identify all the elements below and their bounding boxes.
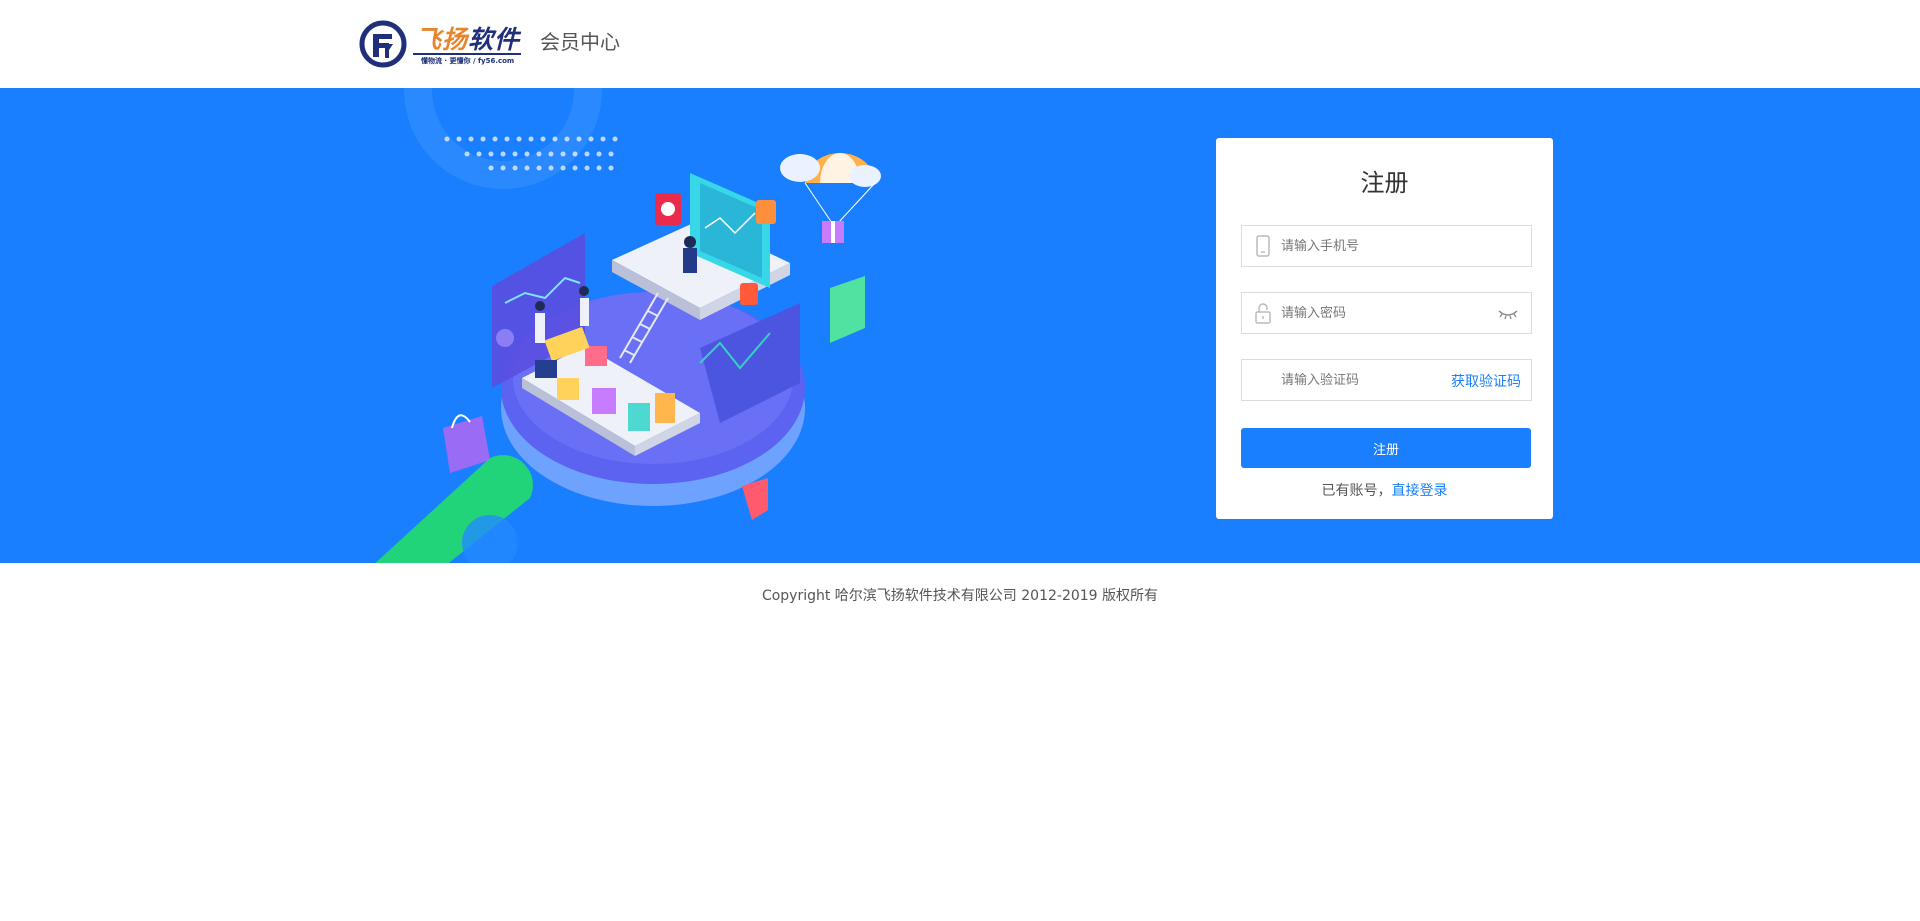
- code-field[interactable]: 获取验证码: [1241, 359, 1532, 401]
- password-input[interactable]: [1281, 293, 1481, 333]
- logo-name: 飞扬软件: [416, 25, 521, 54]
- phone-field[interactable]: [1241, 225, 1532, 267]
- logo-divider: [413, 53, 521, 55]
- logo-slogan: 懂物流 · 更懂你 / fy56.com: [421, 57, 515, 65]
- get-code-button[interactable]: 获取验证码: [1451, 371, 1521, 391]
- login-link[interactable]: 直接登录: [1392, 483, 1448, 499]
- footer-copyright: Copyright 哈尔滨飞扬软件技术有限公司 2012-2019 版权所有: [761, 588, 1159, 604]
- login-prompt: 已有账号，直接登录: [1216, 480, 1553, 500]
- logo-mark-icon: [359, 20, 407, 68]
- phone-icon: [1256, 235, 1270, 257]
- page-title: 会员中心: [540, 30, 620, 54]
- banner: 注册 获取验证码: [0, 88, 1920, 563]
- code-input[interactable]: [1281, 360, 1441, 400]
- eye-icon[interactable]: [1497, 305, 1519, 321]
- hero-illustration: [375, 88, 881, 563]
- password-field[interactable]: [1241, 292, 1532, 334]
- header: 飞扬软件 懂物流 · 更懂你 / fy56.com 会员中心: [0, 0, 1920, 88]
- register-card: 注册 获取验证码: [1216, 138, 1553, 519]
- has-account-text: 已有账号，: [1321, 483, 1392, 499]
- logo[interactable]: 飞扬软件 懂物流 · 更懂你 / fy56.com: [359, 18, 521, 70]
- register-button[interactable]: 注册: [1241, 428, 1531, 468]
- lock-icon: [1255, 303, 1271, 324]
- phone-input[interactable]: [1281, 226, 1521, 266]
- register-title: 注册: [1360, 169, 1409, 197]
